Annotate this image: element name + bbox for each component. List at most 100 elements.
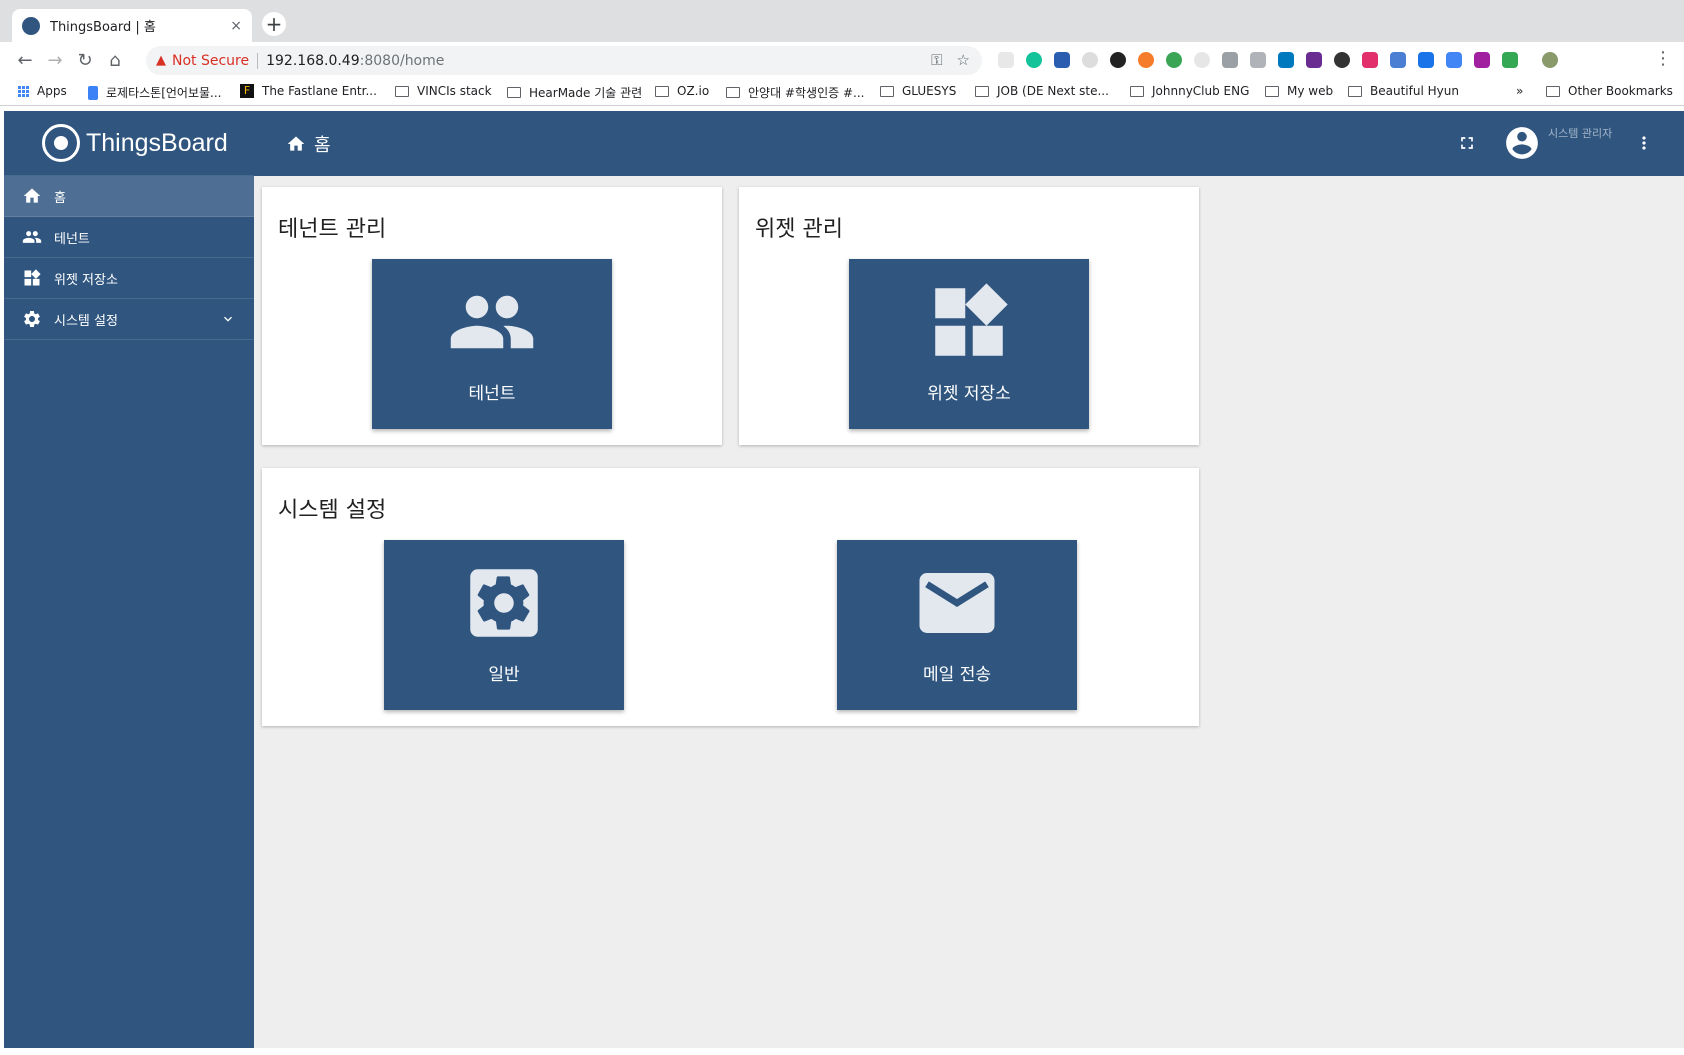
chevron-down-icon[interactable] <box>220 311 236 331</box>
sidebar-item-widgets[interactable]: 위젯 저장소 <box>4 258 254 299</box>
bookmark-folder[interactable]: My web <box>1265 84 1333 98</box>
home-icon <box>287 136 305 151</box>
tab-close-icon[interactable]: × <box>230 18 242 34</box>
extension-icon[interactable] <box>1138 52 1154 68</box>
extension-icon[interactable] <box>1418 52 1434 68</box>
key-icon[interactable]: ⚿ <box>931 51 942 69</box>
back-icon[interactable]: ← <box>12 47 38 73</box>
system-settings-card: 시스템 설정 일반 메일 전송 <box>262 468 1199 726</box>
folder-icon <box>880 85 894 97</box>
people-icon <box>372 277 612 367</box>
tag-icon[interactable] <box>1250 52 1266 68</box>
folder-icon <box>975 85 989 97</box>
card-title: 위젯 관리 <box>755 217 843 242</box>
browser-toolbar: ← → ↻ ⌂ ▲ Not Secure 192.168.0.49 :8080/… <box>0 42 1684 78</box>
breadcrumb-label: 홈 <box>314 135 331 156</box>
home-icon <box>22 186 42 206</box>
extension-icon[interactable] <box>1110 52 1126 68</box>
folder-icon <box>1348 85 1362 97</box>
extension-icon[interactable] <box>1222 52 1238 68</box>
tile-label: 메일 전송 <box>923 665 991 685</box>
sidebar-item-home[interactable]: 홈 <box>4 176 254 217</box>
people-icon <box>22 227 42 247</box>
extension-icon[interactable] <box>1194 52 1210 68</box>
bookmark-folder[interactable]: HearMade 기술 관련 <box>507 84 642 101</box>
logo[interactable]: ThingsBoard <box>4 111 254 176</box>
home-button-icon[interactable]: ⌂ <box>102 47 128 73</box>
browser-tab[interactable]: ThingsBoard | 홈 × <box>12 9 252 42</box>
mail-settings-tile[interactable]: 메일 전송 <box>837 540 1077 710</box>
url-host: 192.168.0.49 <box>266 52 360 69</box>
address-bar[interactable]: ▲ Not Secure 192.168.0.49 :8080/home ⚿ ☆ <box>146 46 982 75</box>
fullscreen-icon[interactable] <box>1457 133 1477 157</box>
calendar-icon[interactable] <box>1390 52 1406 68</box>
profile-avatar[interactable] <box>1542 52 1558 68</box>
tenants-tile[interactable]: 테넌트 <box>372 259 612 429</box>
card-title: 테넌트 관리 <box>278 217 387 242</box>
bookmark-folder[interactable]: JohnnyClub ENG <box>1130 84 1249 98</box>
browser-tabstrip: ThingsBoard | 홈 × + <box>0 0 1684 42</box>
thingsboard-favicon <box>22 16 40 35</box>
extension-icon[interactable] <box>998 52 1014 68</box>
bookmark-apps[interactable]: Apps <box>18 84 67 98</box>
bookmark-folder[interactable]: GLUESYS <box>880 84 956 98</box>
browser-menu-icon[interactable]: ⋮ <box>1654 48 1672 69</box>
folder-icon <box>726 87 740 98</box>
widgets-icon <box>849 277 1089 367</box>
apps-grid-icon <box>18 85 29 97</box>
card-title: 시스템 설정 <box>278 498 387 523</box>
widgets-bundle-tile[interactable]: 위젯 저장소 <box>849 259 1089 429</box>
tile-label: 일반 <box>488 665 520 685</box>
bookmark-folder[interactable]: VINCIs stack <box>395 84 492 98</box>
url-path: :8080/home <box>359 52 445 69</box>
fastlane-favicon: F <box>240 84 254 98</box>
extension-icon[interactable] <box>1502 52 1518 68</box>
general-settings-tile[interactable]: 일반 <box>384 540 624 710</box>
widget-management-card: 위젯 관리 위젯 저장소 <box>739 187 1199 445</box>
other-bookmarks[interactable]: Other Bookmarks <box>1546 84 1673 98</box>
bookmark-folder[interactable]: 안양대 #학생인증 #... <box>726 84 864 101</box>
folder-icon <box>655 85 669 97</box>
bookmarks-bar: Apps 로제타스톤[언어보물... F The Fastlane Entr..… <box>0 78 1684 106</box>
not-secure-label[interactable]: Not Secure <box>172 53 249 69</box>
instagram-icon[interactable] <box>1362 52 1378 68</box>
bookmark-folder[interactable]: Beautiful Hyun <box>1348 84 1459 98</box>
forward-icon[interactable]: → <box>42 47 68 73</box>
sidebar-item-system-settings[interactable]: 시스템 설정 <box>4 299 254 340</box>
trello-icon[interactable] <box>1278 52 1294 68</box>
sidebar: ThingsBoard 홈 테넌트 위젯 저장소 시스템 설정 <box>4 111 254 1048</box>
extension-icon[interactable] <box>1334 52 1350 68</box>
thingsboard-logo-icon <box>42 124 80 162</box>
extension-icon[interactable] <box>1306 52 1322 68</box>
sidebar-item-tenants[interactable]: 테넌트 <box>4 217 254 258</box>
tab-title: ThingsBoard | 홈 <box>50 20 156 35</box>
folder-icon <box>1546 85 1560 97</box>
tile-label: 위젯 저장소 <box>927 384 1011 404</box>
reload-icon[interactable]: ↻ <box>72 47 98 73</box>
translate-icon[interactable] <box>1446 52 1462 68</box>
bookmark-item[interactable]: 로제타스톤[언어보물... <box>88 84 222 101</box>
bookmarks-overflow-button[interactable]: » <box>1516 84 1523 98</box>
more-vert-icon[interactable] <box>1634 131 1654 159</box>
bookmark-folder[interactable]: OZ.io <box>655 84 709 98</box>
breadcrumb[interactable]: 홈 <box>286 131 331 157</box>
bookmark-folder[interactable]: JOB (DE Next ste... <box>975 84 1109 98</box>
warning-icon: ▲ <box>156 53 166 68</box>
extension-icon[interactable] <box>1054 52 1070 68</box>
extension-icon[interactable] <box>1166 52 1182 68</box>
logo-text: ThingsBoard <box>86 128 228 157</box>
extension-icon[interactable] <box>1474 52 1490 68</box>
extension-icons <box>998 52 1558 68</box>
thingsboard-app: ThingsBoard 홈 테넌트 위젯 저장소 시스템 설정 홈 시스템 관리… <box>4 111 1684 1048</box>
grammarly-icon[interactable] <box>1026 52 1042 68</box>
extension-icon[interactable] <box>1082 52 1098 68</box>
widgets-icon <box>22 268 42 288</box>
new-tab-button[interactable]: + <box>262 12 286 36</box>
bookmark-star-icon[interactable]: ☆ <box>957 51 970 69</box>
tenant-management-card: 테넌트 관리 테넌트 <box>262 187 722 445</box>
gear-icon <box>22 309 42 329</box>
settings-gear-icon <box>384 558 624 648</box>
user-avatar-icon[interactable] <box>1503 124 1541 166</box>
bookmark-item[interactable]: F The Fastlane Entr... <box>240 84 377 98</box>
address-divider <box>257 52 259 69</box>
